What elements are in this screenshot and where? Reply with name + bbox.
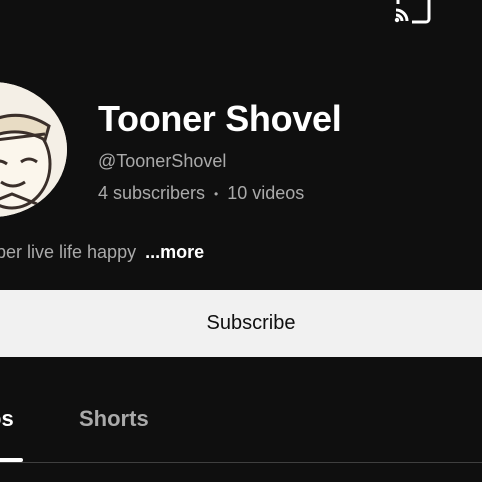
tab-shorts-label: Shorts (79, 406, 149, 431)
more-link[interactable]: ...more (145, 242, 204, 262)
subscriber-count: 4 subscribers (98, 183, 206, 203)
tab-videos-label: os (0, 406, 14, 431)
channel-avatar[interactable] (0, 82, 67, 217)
channel-name: Tooner Shovel (98, 98, 342, 139)
channel-handle: @ToonerShovel (98, 151, 227, 171)
stats-separator: • (214, 186, 219, 201)
avatar-illustration-icon (0, 82, 67, 217)
subscribe-button[interactable]: Subscribe (0, 290, 482, 357)
channel-tabs: os Shorts (0, 380, 482, 462)
tab-shorts[interactable]: Shorts (79, 406, 149, 432)
cast-button[interactable] (390, 0, 434, 24)
tabs-divider (0, 462, 482, 463)
description-text: ber live life happy (0, 242, 137, 262)
video-count: 10 videos (227, 183, 305, 203)
tab-videos[interactable]: os (0, 406, 14, 432)
cast-icon (394, 0, 431, 24)
channel-stats: 4 subscribers • 10 videos (98, 183, 304, 204)
channel-description[interactable]: ber live life happy ...more (0, 242, 204, 263)
subscribe-label: Subscribe (206, 312, 296, 334)
channel-page: Tooner Shovel @ToonerShovel 4 subscriber… (0, 0, 482, 482)
